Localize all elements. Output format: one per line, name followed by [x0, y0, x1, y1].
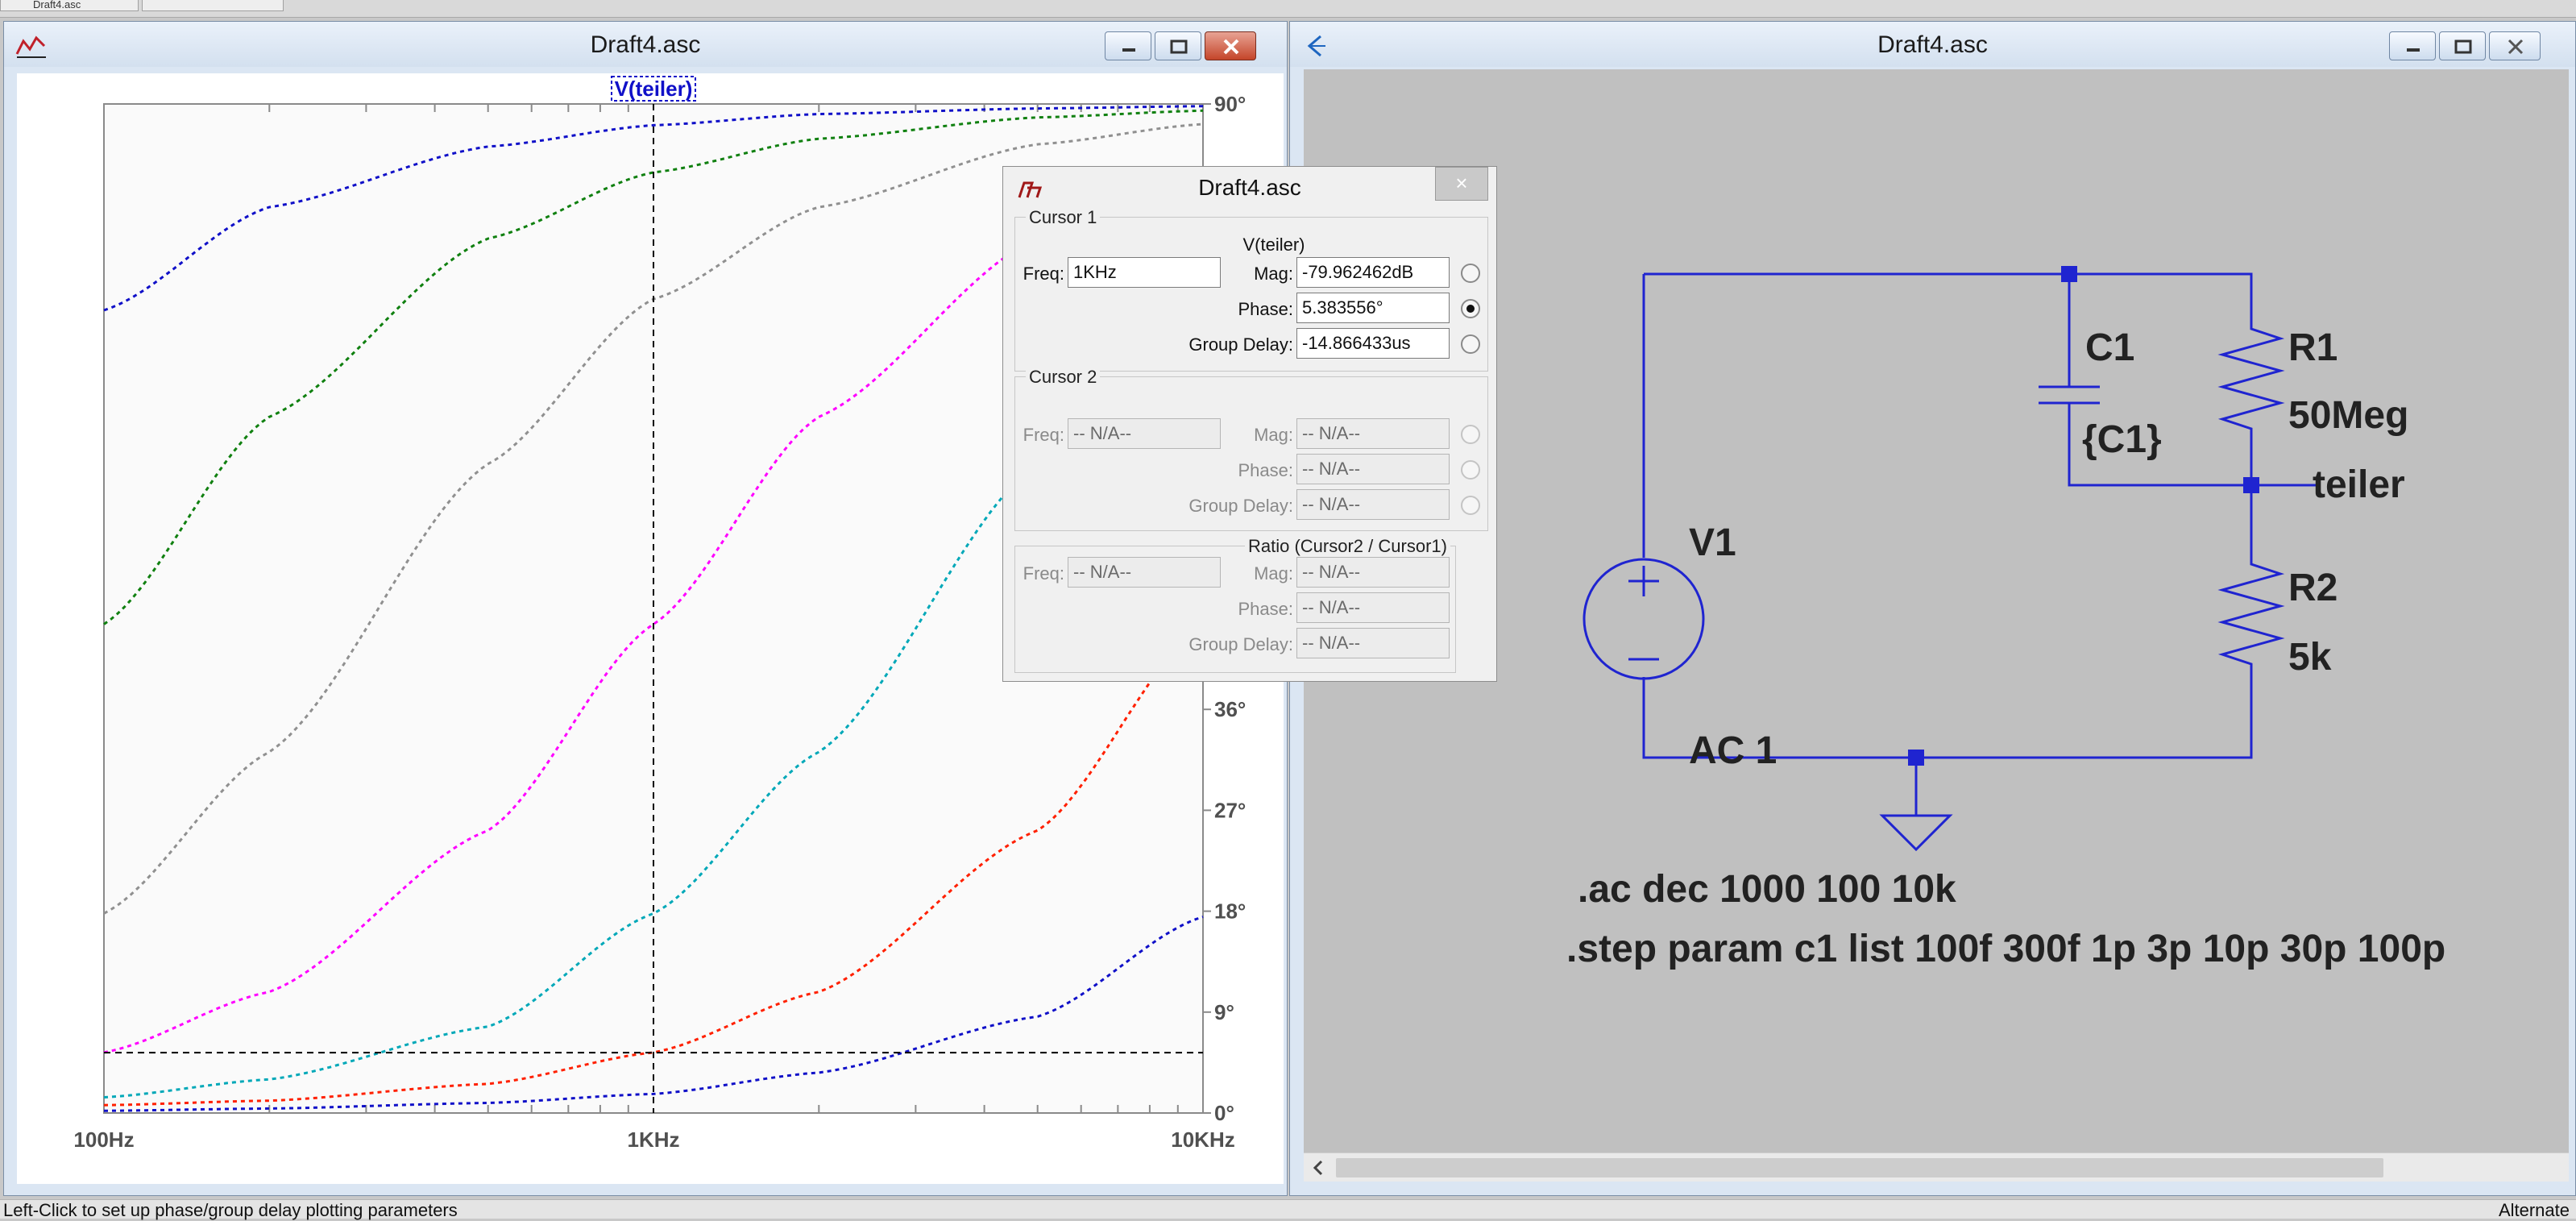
cursor2-group-delay-radio[interactable]: [1461, 496, 1480, 515]
cursor2-group-label: Cursor 2: [1026, 367, 1101, 388]
cursor1-group-label: Cursor 1: [1026, 207, 1101, 228]
close-icon: ×: [1455, 171, 1468, 195]
status-hint-text: Left-Click to set up phase/group delay p…: [3, 1200, 458, 1220]
cursor2-mag-radio[interactable]: [1461, 425, 1480, 444]
ratio-freq-label: Freq:: [1023, 563, 1064, 584]
cursor2-phase-label: Phase:: [1238, 460, 1294, 480]
cursor2-phase-field[interactable]: -- N/A--: [1296, 454, 1450, 484]
ratio-phase-field[interactable]: -- N/A--: [1296, 592, 1450, 623]
ratio-group-delay-field[interactable]: -- N/A--: [1296, 628, 1450, 658]
ratio-mag-label: Mag:: [1254, 563, 1293, 584]
close-button[interactable]: [1205, 31, 1256, 60]
cursor1-group-delay-radio[interactable]: [1461, 334, 1480, 354]
y-tick-label: 27°: [1214, 798, 1246, 822]
spice-directive-ac[interactable]: .ac dec 1000 100 10k: [1578, 867, 1956, 912]
tab-draft4-asc[interactable]: Draft4.asc: [0, 0, 139, 11]
r2-value-label[interactable]: 5k: [2288, 635, 2331, 679]
cursor2-mag-label: Mag:: [1254, 425, 1293, 445]
tab-waveform[interactable]: [142, 0, 284, 11]
c1-value-label[interactable]: {C1}: [2082, 417, 2162, 462]
close-icon: [1223, 39, 1239, 55]
r1-name-label[interactable]: R1: [2288, 326, 2337, 370]
cursor2-mag-field[interactable]: -- N/A--: [1296, 418, 1450, 449]
cursor-readout-dialog: Draft4.asc × Cursor 1 V(teiler) Freq: 1K…: [1002, 166, 1497, 682]
junction-dot: [2061, 266, 2077, 282]
capacitor-c1[interactable]: [2039, 385, 2100, 405]
dialog-close-button[interactable]: ×: [1435, 167, 1488, 201]
cursor1-mag-field[interactable]: -79.962462dB: [1296, 257, 1450, 288]
cursor2-group-delay-field[interactable]: -- N/A--: [1296, 489, 1450, 520]
x-tick-label: 100Hz: [73, 1128, 134, 1152]
minimize-button[interactable]: [1105, 31, 1151, 60]
y-tick-label: 90°: [1214, 92, 1246, 116]
restore-icon: [2454, 39, 2472, 54]
restore-icon: [1170, 39, 1188, 54]
ratio-mag-field[interactable]: -- N/A--: [1296, 557, 1450, 588]
y-tick-label: 18°: [1214, 899, 1246, 924]
minimize-icon: [2407, 48, 2420, 52]
cursor2-freq-field[interactable]: -- N/A--: [1068, 418, 1221, 449]
cursor1-freq-label: Freq:: [1023, 264, 1064, 284]
r2-name-label[interactable]: R2: [2288, 566, 2337, 610]
c1-name-label[interactable]: C1: [2085, 326, 2134, 370]
y-tick-label: 0°: [1214, 1101, 1234, 1125]
minimize-button[interactable]: [2389, 31, 2436, 60]
ratio-freq-field[interactable]: -- N/A--: [1068, 557, 1221, 588]
net-label-teiler[interactable]: teiler: [2313, 463, 2405, 507]
cursor1-phase-label: Phase:: [1238, 299, 1294, 319]
schematic-titlebar[interactable]: Draft4.asc: [1290, 22, 2575, 67]
x-tick-label: 10KHz: [1171, 1128, 1234, 1152]
minimize-icon: [1122, 48, 1135, 52]
voltage-source-v1[interactable]: [1583, 558, 1705, 680]
x-tick-label: 1KHz: [627, 1128, 679, 1152]
cursor2-freq-label: Freq:: [1023, 425, 1064, 445]
dialog-title: Draft4.asc: [1198, 175, 1301, 200]
cursor1-phase-field[interactable]: 5.383556°: [1296, 293, 1450, 323]
waveform-titlebar[interactable]: Draft4.asc: [4, 22, 1287, 67]
restore-button[interactable]: [1155, 31, 1201, 60]
close-button[interactable]: [2489, 31, 2541, 60]
junction-dot: [2243, 477, 2259, 493]
cursor2-group-delay-label: Group Delay:: [1188, 496, 1293, 516]
schematic-horizontal-scrollbar[interactable]: [1304, 1152, 2569, 1182]
restore-button[interactable]: [2439, 31, 2486, 60]
ratio-group-delay-label: Group Delay:: [1188, 634, 1293, 654]
cursor1-freq-field[interactable]: 1KHz: [1068, 257, 1221, 288]
status-bar: Left-Click to set up phase/group delay p…: [0, 1199, 2576, 1220]
junction-dot: [1908, 750, 1924, 766]
v1-value-label[interactable]: AC 1: [1689, 729, 1777, 773]
resistor-r2[interactable]: [2217, 556, 2285, 685]
waveform-window-title: Draft4.asc: [590, 31, 701, 58]
scrollbar-thumb[interactable]: [1336, 1158, 2383, 1177]
v1-name-label[interactable]: V1: [1689, 521, 1736, 565]
cursor1-trace-name: V(teiler): [1242, 235, 1305, 255]
ratio-group-label: Ratio (Cursor2 / Cursor1): [1245, 536, 1450, 557]
spice-directive-step[interactable]: .step param c1 list 100f 300f 1p 3p 10p …: [1566, 927, 2445, 971]
status-mode-text: Alternate: [2498, 1200, 2570, 1220]
ground-symbol[interactable]: [1879, 814, 1953, 852]
resistor-r1[interactable]: [2217, 321, 2285, 453]
document-tab-strip: Draft4.asc: [0, 0, 2576, 18]
schematic-window-title: Draft4.asc: [1877, 31, 1988, 58]
y-tick-label: 9°: [1214, 1000, 1234, 1024]
tab-label: Draft4.asc: [33, 0, 81, 10]
r1-value-label[interactable]: 50Meg: [2288, 393, 2408, 438]
scroll-left-icon[interactable]: [1309, 1158, 1328, 1177]
cursor2-phase-radio[interactable]: [1461, 460, 1480, 480]
cursor1-group-delay-label: Group Delay:: [1188, 334, 1293, 355]
ratio-phase-label: Phase:: [1238, 599, 1294, 619]
cursor1-group-delay-field[interactable]: -14.866433us: [1296, 328, 1450, 359]
cursor1-phase-radio[interactable]: [1461, 299, 1480, 318]
y-tick-label: 36°: [1214, 697, 1246, 721]
trace-name-label[interactable]: V(teiler): [615, 77, 693, 101]
cursor1-mag-label: Mag:: [1254, 264, 1293, 284]
cursor1-mag-radio[interactable]: [1461, 264, 1480, 283]
close-icon: [2508, 39, 2524, 55]
